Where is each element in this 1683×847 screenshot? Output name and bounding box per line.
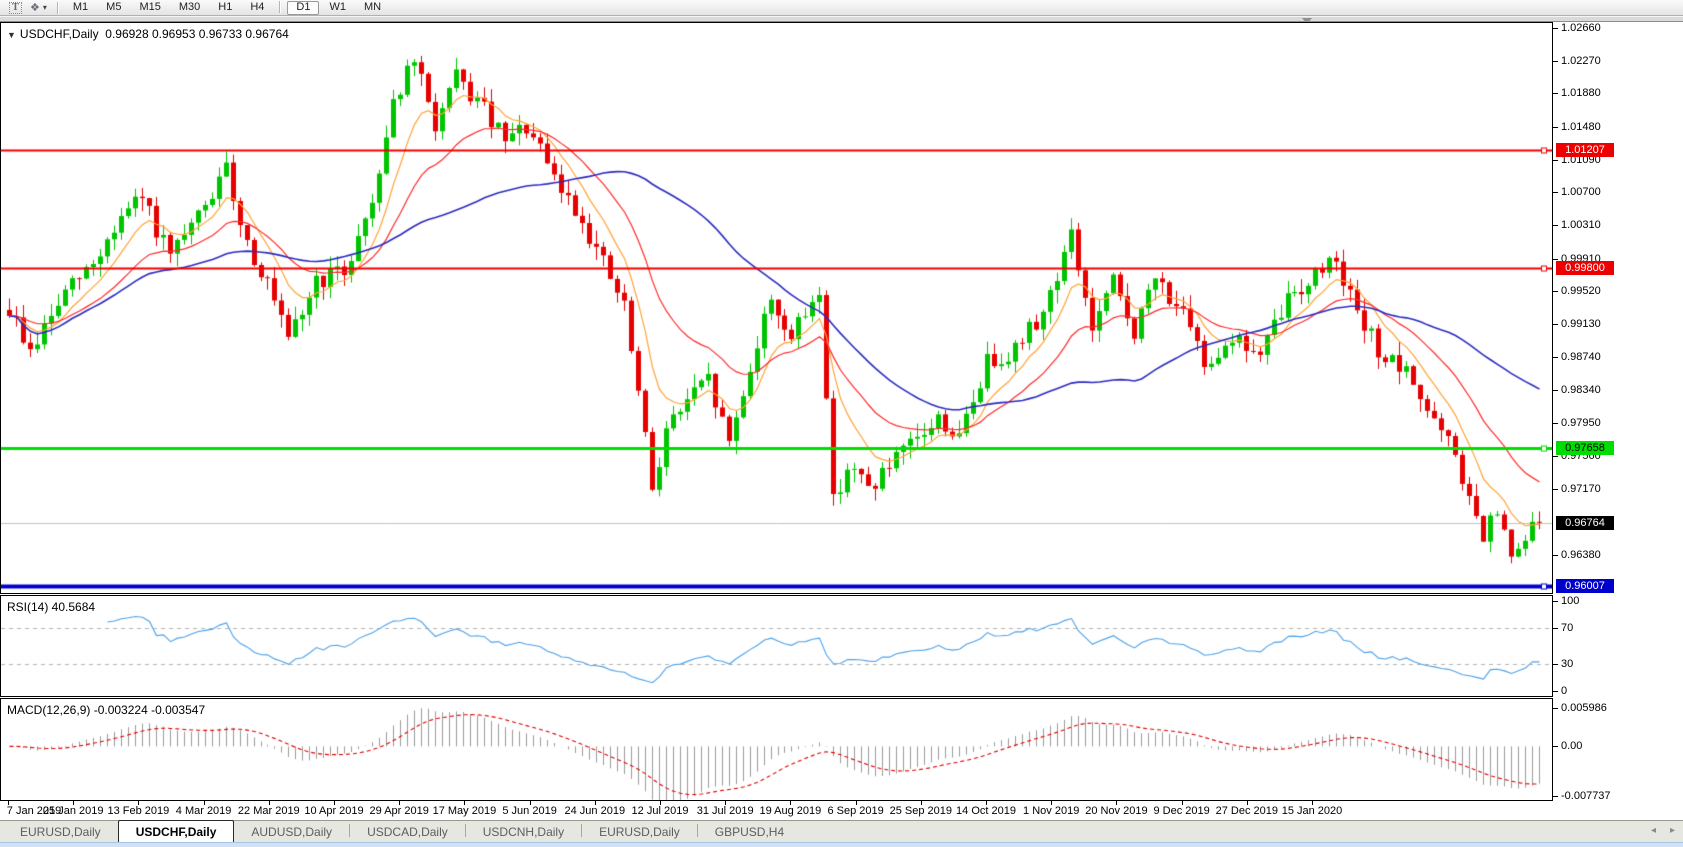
tab-scroll-buttons: ◂▸: [1651, 825, 1675, 836]
chart-title: ▼ USDCHF,Daily 0.96928 0.96953 0.96733 0.…: [7, 27, 289, 41]
window-bottom-edge: [0, 842, 1683, 847]
timeframe-button-m30[interactable]: M30: [171, 1, 208, 15]
candlestick-chart-canvas[interactable]: [1, 23, 1552, 593]
chevron-down-icon: ▾: [43, 3, 47, 12]
axis-tick-label: 30: [1553, 658, 1573, 671]
price-line-badge: 0.96764: [1556, 516, 1614, 530]
timeframe-button-d1[interactable]: D1: [287, 1, 319, 15]
timeframe-button-mn[interactable]: MN: [356, 1, 389, 15]
date-label: 9 Dec 2019: [1153, 805, 1209, 817]
axis-tick-label: 0.98740: [1553, 351, 1601, 364]
macd-indicator-pane[interactable]: MACD(12,26,9) -0.003224 -0.003547: [0, 698, 1553, 801]
top-toolbar: T ❖ ▾ M1M5M15M30H1H4 D1W1MN: [0, 0, 1683, 16]
price-axis: 1.026601.022701.018801.014801.010901.007…: [1553, 22, 1683, 820]
axis-tick-label: 100: [1553, 595, 1579, 608]
axis-tick-label: 0.00: [1553, 740, 1582, 753]
macd-chart-canvas[interactable]: [1, 699, 1552, 800]
timeframe-button-m1[interactable]: M1: [65, 1, 96, 15]
axis-tick-label: 0.97170: [1553, 483, 1601, 496]
date-label: 27 Dec 2019: [1216, 805, 1278, 817]
cycle-lines-icon: ❖: [30, 2, 40, 14]
date-label: 19 Aug 2019: [759, 805, 821, 817]
axis-tick-label: 1.02660: [1553, 22, 1601, 35]
cycle-lines-tool-button[interactable]: ❖ ▾: [28, 1, 49, 15]
tab-gbpusd-h4[interactable]: GBPUSD,H4: [698, 822, 801, 842]
macd-label: MACD(12,26,9) -0.003224 -0.003547: [7, 703, 205, 717]
axis-tick-label: 0.98340: [1553, 384, 1601, 397]
date-label: 25 Sep 2019: [890, 805, 952, 817]
timeframe-button-h1[interactable]: H1: [210, 1, 240, 15]
toolbar-separator: [279, 1, 280, 13]
date-label: 6 Sep 2019: [827, 805, 883, 817]
rsi-label: RSI(14) 40.5684: [7, 600, 95, 614]
date-label: 14 Oct 2019: [956, 805, 1016, 817]
collapse-icon[interactable]: ▼: [7, 30, 16, 40]
chart-tab-bar: EURUSD,DailyUSDCHF,DailyAUDUSD,DailyUSDC…: [0, 820, 1683, 842]
axis-tick-label: 70: [1553, 622, 1573, 635]
date-label: 20 Nov 2019: [1085, 805, 1147, 817]
price-line-badge: 1.01207: [1556, 143, 1614, 157]
timeframe-button-h4[interactable]: H4: [242, 1, 272, 15]
date-label: 31 Jul 2019: [697, 805, 754, 817]
tab-usdcnh-daily[interactable]: USDCNH,Daily: [466, 822, 581, 842]
price-line-badge: 0.97658: [1556, 441, 1614, 455]
text-label-icon: T: [9, 2, 22, 14]
axis-tick-label: 1.01880: [1553, 87, 1601, 100]
rsi-chart-canvas[interactable]: [1, 596, 1552, 696]
date-label: 5 Jun 2019: [502, 805, 556, 817]
tab-scroll-left-icon[interactable]: ◂: [1651, 825, 1656, 836]
date-label: 13 Feb 2019: [108, 805, 170, 817]
timeframe-group: M1M5M15M30H1H4 D1W1MN: [64, 1, 390, 15]
date-label: 24 Jun 2019: [565, 805, 626, 817]
axis-tick-label: 0.99130: [1553, 318, 1601, 331]
price-line-badge: 0.99800: [1556, 261, 1614, 275]
date-label: 17 May 2019: [433, 805, 497, 817]
tab-audusd-daily[interactable]: AUDUSD,Daily: [234, 822, 349, 842]
tab-usdchf-daily[interactable]: USDCHF,Daily: [118, 820, 235, 842]
axis-tick-label: 0: [1553, 685, 1567, 698]
date-label: 1 Nov 2019: [1023, 805, 1079, 817]
text-label-tool-button[interactable]: T: [7, 1, 24, 15]
tab-eurusd-daily[interactable]: EURUSD,Daily: [3, 822, 118, 842]
date-axis: 7 Jan 201925 Jan 201913 Feb 20194 Mar 20…: [0, 801, 1553, 820]
tab-scroll-right-icon[interactable]: ▸: [1670, 825, 1675, 836]
tab-eurusd-daily[interactable]: EURUSD,Daily: [582, 822, 697, 842]
rsi-indicator-pane[interactable]: RSI(14) 40.5684: [0, 595, 1553, 697]
axis-tick-label: 1.00310: [1553, 219, 1601, 232]
axis-tick-label: 0.97950: [1553, 417, 1601, 430]
chart-ohlc-values: 0.96928 0.96953 0.96733 0.96764: [105, 27, 289, 41]
date-label: 4 Mar 2019: [176, 805, 232, 817]
date-label: 15 Jan 2020: [1282, 805, 1343, 817]
axis-tick-label: 1.01480: [1553, 121, 1601, 134]
chart-symbol-label: USDCHF,Daily: [20, 27, 99, 41]
axis-tick-label: 0.005986: [1553, 702, 1607, 715]
timeframe-button-m15[interactable]: M15: [131, 1, 168, 15]
axis-tick-label: -0.007737: [1553, 790, 1611, 803]
date-label: 25 Jan 2019: [43, 805, 104, 817]
chart-workspace: ▼ USDCHF,Daily 0.96928 0.96953 0.96733 0.…: [0, 22, 1683, 820]
axis-tick-label: 1.00700: [1553, 186, 1601, 199]
price-chart-pane[interactable]: ▼ USDCHF,Daily 0.96928 0.96953 0.96733 0.…: [0, 22, 1553, 594]
date-label: 22 Mar 2019: [238, 805, 300, 817]
axis-tick-label: 1.02270: [1553, 55, 1601, 68]
timeframe-button-w1[interactable]: W1: [321, 1, 354, 15]
price-line-badge: 0.96007: [1556, 579, 1614, 593]
tab-usdcad-daily[interactable]: USDCAD,Daily: [350, 822, 465, 842]
date-label: 10 Apr 2019: [304, 805, 363, 817]
toolbar-separator: [57, 2, 58, 14]
date-label: 12 Jul 2019: [632, 805, 689, 817]
axis-tick-label: 0.99520: [1553, 285, 1601, 298]
axis-tick-label: 0.96380: [1553, 549, 1601, 562]
timeframe-button-m5[interactable]: M5: [98, 1, 129, 15]
date-label: 29 Apr 2019: [370, 805, 429, 817]
